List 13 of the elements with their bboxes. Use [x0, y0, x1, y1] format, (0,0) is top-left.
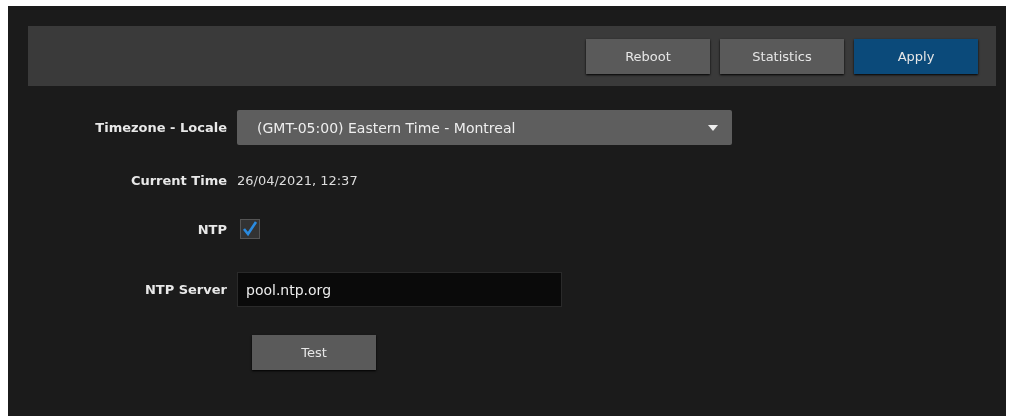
field-label: NTP Server	[143, 282, 227, 297]
toolbar-button[interactable]: Reboot	[586, 38, 710, 74]
timezone-dropdown[interactable]: (GMT-05:00) Eastern Time - Montreal	[237, 110, 732, 145]
caret-icon	[708, 124, 718, 131]
current-time-value: 26/04/2021, 12:37	[237, 173, 358, 188]
apply-button[interactable]: Apply	[854, 38, 978, 74]
ntp-checkbox[interactable]	[240, 219, 260, 239]
field-label: NTP	[196, 221, 227, 237]
ntp-server-input[interactable]: pool.ntp.org	[237, 272, 562, 307]
field-label: Timezone - Locale	[94, 120, 227, 135]
field-label: Current Time	[129, 173, 227, 188]
test-button[interactable]: Test	[252, 335, 376, 370]
toolbar-button[interactable]: Statistics	[720, 38, 844, 74]
